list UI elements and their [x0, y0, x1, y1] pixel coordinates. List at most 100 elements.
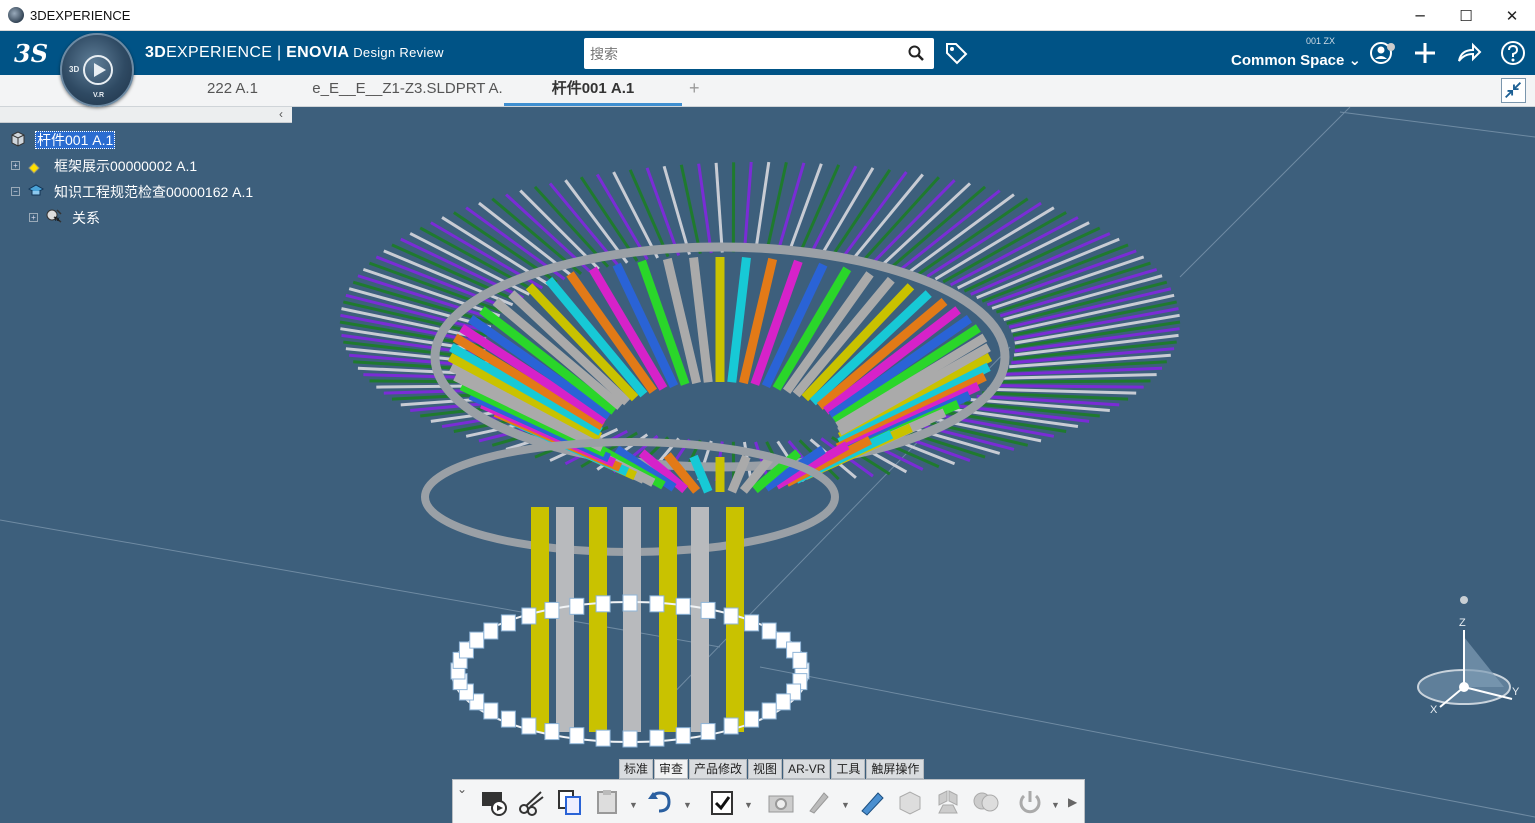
camera-icon[interactable]: [766, 787, 796, 817]
play-icon[interactable]: [83, 55, 113, 85]
user-profile-icon[interactable]: [1368, 39, 1396, 67]
outer-rod: [697, 163, 713, 254]
power-icon[interactable]: [1015, 787, 1045, 817]
section-box-icon[interactable]: [895, 787, 925, 817]
product-cube-icon: [11, 131, 25, 147]
fixture-block: [544, 601, 560, 619]
power-dropdown-caret[interactable]: ▼: [1051, 800, 1060, 810]
check-clipboard-icon[interactable]: [707, 787, 737, 817]
fixture-block: [500, 710, 516, 728]
fixture-block: [595, 595, 611, 613]
collapse-header-button[interactable]: [1501, 78, 1526, 103]
copy-icon[interactable]: [555, 787, 585, 817]
fixture-block: [723, 607, 739, 625]
fixture-block: [622, 730, 638, 748]
command-tab[interactable]: 标准: [619, 759, 654, 779]
fixture-block: [544, 723, 560, 741]
fixture-block: [761, 702, 777, 720]
check-dropdown-caret[interactable]: ▼: [744, 800, 753, 810]
fixture-block: [569, 597, 585, 615]
column: [691, 507, 709, 732]
add-tab-button[interactable]: +: [689, 78, 700, 99]
document-tabs: 222 A.1 e_E__E__Z1-Z3.SLDPRT A. 杆件001 A.…: [0, 75, 1535, 107]
outer-rod: [714, 162, 724, 253]
column: [623, 507, 641, 732]
share-icon[interactable]: [1455, 39, 1483, 67]
undo-dropdown-caret[interactable]: ▼: [683, 800, 692, 810]
tree-collapse-button[interactable]: ‹: [279, 107, 283, 121]
compass-widget[interactable]: 3D V.R: [60, 33, 134, 107]
3d-model-canvas[interactable]: [0, 107, 1535, 823]
tree-node-knowledge-check-label: 知识工程规范检查00000162 A.1: [54, 184, 254, 200]
tree-node-frame-display[interactable]: 框架展示00000002 A.1: [54, 156, 197, 176]
outer-rod: [754, 161, 771, 253]
outer-rod: [776, 162, 806, 253]
close-button[interactable]: ✕: [1489, 0, 1535, 31]
space-selector[interactable]: Common Space ⌄: [1231, 51, 1361, 69]
search-icon[interactable]: [908, 45, 924, 61]
fixture-block: [469, 631, 485, 649]
cut-icon[interactable]: [517, 787, 547, 817]
tab-sldprt[interactable]: e_E__E__Z1-Z3.SLDPRT A.: [310, 75, 505, 106]
paste-icon[interactable]: [593, 787, 623, 817]
measure-icon[interactable]: [857, 787, 887, 817]
command-tab[interactable]: 视图: [748, 759, 783, 779]
explode-icon[interactable]: [933, 787, 963, 817]
svg-text:fx: fx: [55, 217, 60, 223]
column: [589, 507, 607, 732]
annotation-tool-icon[interactable]: [804, 787, 834, 817]
3d-viewport[interactable]: ‹ 杆件001 A.1 + 框架展示00000002 A.1 − 知识工程规范检…: [0, 107, 1535, 823]
tree-expand-toggle[interactable]: +: [29, 213, 38, 222]
tree-node-knowledge-check[interactable]: 知识工程规范检查00000162 A.1: [54, 182, 253, 202]
tab-222[interactable]: 222 A.1: [170, 75, 295, 106]
fixture-block: [744, 614, 760, 632]
tree-expand-toggle[interactable]: −: [11, 187, 20, 196]
tag-icon[interactable]: [942, 39, 970, 67]
tree-expand-toggle[interactable]: +: [11, 161, 20, 170]
support-columns: [531, 507, 744, 732]
compass-vr-label: V.R: [93, 92, 105, 99]
search-box[interactable]: [584, 38, 934, 69]
command-tab[interactable]: 产品修改: [689, 759, 748, 779]
minimize-button[interactable]: ─: [1397, 0, 1443, 31]
outer-rod: [830, 168, 892, 258]
axis-x-label: X: [1430, 704, 1438, 715]
fixture-block: [483, 702, 499, 720]
clash-icon[interactable]: [971, 787, 1001, 817]
relations-icon: fx: [46, 209, 62, 223]
simulation-player-icon[interactable]: [479, 787, 509, 817]
axis-z-label: Z: [1459, 617, 1466, 629]
tree-node-root[interactable]: 杆件001 A.1: [35, 130, 116, 150]
column: [659, 507, 677, 732]
command-tab[interactable]: 触屏操作: [866, 759, 925, 779]
tree-node-frame-display-label: 框架展示00000002 A.1: [54, 158, 198, 174]
undo-icon[interactable]: [645, 787, 675, 817]
tree-node-relations[interactable]: 关系: [72, 208, 100, 228]
tab-ganjian[interactable]: 杆件001 A.1: [504, 75, 682, 106]
tree-node-relations-label: 关系: [72, 210, 100, 226]
fixture-block: [744, 710, 760, 728]
outer-rod: [742, 161, 753, 253]
command-tab[interactable]: 审查: [654, 759, 689, 779]
diamond-icon: [28, 162, 40, 174]
dassault-logo[interactable]: 3S: [14, 39, 48, 68]
actionbar-expand-button[interactable]: ⌄: [457, 782, 467, 796]
add-icon[interactable]: [1411, 39, 1439, 67]
annotation-dropdown-caret[interactable]: ▼: [841, 800, 850, 810]
fixture-block: [700, 723, 716, 741]
fixture-block: [622, 594, 638, 612]
search-input[interactable]: [590, 43, 890, 65]
fixture-block: [649, 595, 665, 613]
axis-triad-icon[interactable]: Z X Y: [1412, 595, 1522, 715]
command-tab[interactable]: 工具: [831, 759, 866, 779]
paste-dropdown-caret[interactable]: ▼: [629, 800, 638, 810]
compass-3d-label: 3D: [69, 65, 80, 74]
command-tab[interactable]: AR-VR: [783, 759, 831, 779]
column: [556, 507, 574, 732]
fixture-block: [792, 651, 808, 669]
space-owner: 001 ZX: [1306, 36, 1336, 46]
fixture-block: [649, 729, 665, 747]
maximize-button[interactable]: ☐: [1443, 0, 1489, 31]
help-icon[interactable]: [1499, 39, 1527, 67]
actionbar-scroll-right[interactable]: ▶: [1068, 795, 1077, 809]
